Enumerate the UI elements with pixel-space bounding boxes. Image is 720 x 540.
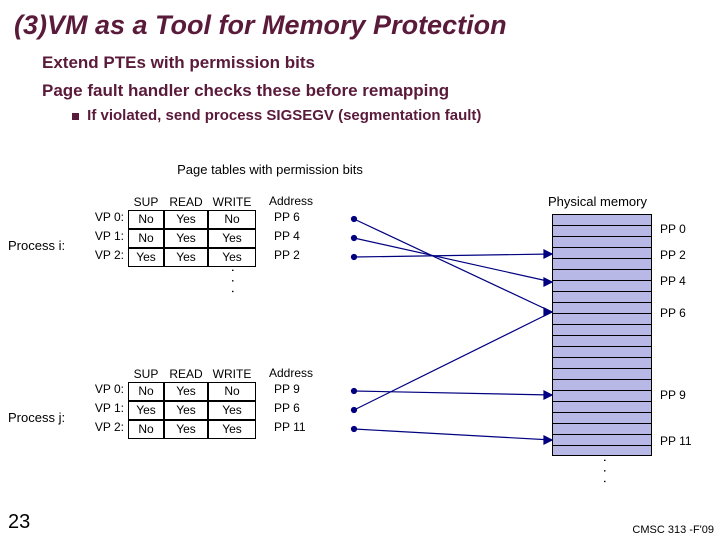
physical-memory-label: Physical memory — [548, 194, 647, 209]
page-table-i: SUP READ WRITE Address VP 0: No Yes No P… — [86, 194, 326, 267]
cell-addr: PP 6 — [256, 401, 326, 420]
bullet-extend-ptes: Extend PTEs with permission bits — [0, 47, 720, 75]
table-row: VP 1: No Yes Yes PP 4 — [86, 229, 326, 248]
table-row: VP 2: Yes Yes Yes PP 2 — [86, 248, 326, 267]
vp-label: VP 1: — [86, 229, 128, 248]
cell-write: No — [208, 382, 256, 401]
col-read-header: READ — [164, 194, 208, 210]
phys-page — [552, 291, 652, 302]
vp-label: VP 2: — [86, 248, 128, 267]
phys-page — [552, 434, 652, 445]
cell-sup: Yes — [128, 401, 164, 420]
pp-label: PP 0 — [660, 222, 686, 236]
pp-label: PP 2 — [660, 248, 686, 262]
sub-bullet-sigsegv: If violated, send process SIGSEGV (segme… — [0, 103, 720, 124]
cell-write: Yes — [208, 420, 256, 439]
cell-sup: No — [128, 382, 164, 401]
slide-title: (3)VM as a Tool for Memory Protection — [0, 0, 720, 47]
process-j-label: Process j: — [8, 410, 65, 425]
phys-page — [552, 423, 652, 434]
pp-label: PP 4 — [660, 274, 686, 288]
phys-page — [552, 269, 652, 280]
process-i-label: Process i: — [8, 238, 65, 253]
table-header-row: SUP READ WRITE Address — [86, 366, 326, 382]
phys-page — [552, 313, 652, 324]
course-footer: CMSC 313 -F'09 — [632, 524, 714, 536]
phys-page — [552, 247, 652, 258]
phys-page — [552, 357, 652, 368]
bullet-page-fault: Page fault handler checks these before r… — [0, 75, 720, 103]
col-sup-header: SUP — [128, 194, 164, 210]
col-write-header: WRITE — [208, 194, 256, 210]
cell-read: Yes — [164, 382, 208, 401]
phys-page — [552, 401, 652, 412]
cell-write: Yes — [208, 401, 256, 420]
phys-page — [552, 346, 652, 357]
phys-page — [552, 280, 652, 291]
phys-page — [552, 368, 652, 379]
cell-read: Yes — [164, 248, 208, 267]
diagram-caption: Page tables with permission bits — [140, 156, 400, 179]
col-addr-header: Address — [256, 366, 326, 382]
cell-sup: No — [128, 210, 164, 229]
phys-page — [552, 258, 652, 269]
vp-label: VP 1: — [86, 401, 128, 420]
sub-bullet-text: If violated, send process SIGSEGV (segme… — [87, 107, 481, 124]
phys-page — [552, 225, 652, 236]
cell-write: Yes — [208, 229, 256, 248]
table-row: VP 0: No Yes No PP 9 — [86, 382, 326, 401]
cell-read: Yes — [164, 420, 208, 439]
cell-write: No — [208, 210, 256, 229]
phys-page — [552, 412, 652, 423]
slide-number: 23 — [8, 511, 30, 534]
cell-sup: No — [128, 229, 164, 248]
phys-page — [552, 445, 652, 456]
cell-write: Yes — [208, 248, 256, 267]
pp-label: PP 9 — [660, 388, 686, 402]
pp-label: PP 6 — [660, 306, 686, 320]
cell-sup: No — [128, 420, 164, 439]
col-write-header: WRITE — [208, 366, 256, 382]
phys-page — [552, 335, 652, 346]
table-row: VP 1: Yes Yes Yes PP 6 — [86, 401, 326, 420]
vp-label: VP 0: — [86, 210, 128, 229]
vertical-ellipsis-icon: · · · — [598, 458, 614, 485]
col-read-header: READ — [164, 366, 208, 382]
cell-addr: PP 11 — [256, 420, 326, 439]
cell-read: Yes — [164, 401, 208, 420]
cell-sup: Yes — [128, 248, 164, 267]
phys-page — [552, 214, 652, 225]
cell-addr: PP 2 — [256, 248, 326, 267]
table-row: VP 0: No Yes No PP 6 — [86, 210, 326, 229]
vertical-ellipsis-icon: · · · — [226, 268, 242, 295]
vp-label: VP 2: — [86, 420, 128, 439]
phys-page — [552, 302, 652, 313]
cell-addr: PP 6 — [256, 210, 326, 229]
pp-label: PP 11 — [660, 434, 692, 448]
col-addr-header: Address — [256, 194, 326, 210]
page-table-j: SUP READ WRITE Address VP 0: No Yes No P… — [86, 366, 326, 439]
physical-memory — [552, 214, 652, 456]
cell-addr: PP 4 — [256, 229, 326, 248]
col-sup-header: SUP — [128, 366, 164, 382]
phys-page — [552, 390, 652, 401]
phys-page — [552, 379, 652, 390]
cell-addr: PP 9 — [256, 382, 326, 401]
vp-label: VP 0: — [86, 382, 128, 401]
cell-read: Yes — [164, 229, 208, 248]
cell-read: Yes — [164, 210, 208, 229]
table-row: VP 2: No Yes Yes PP 11 — [86, 420, 326, 439]
table-header-row: SUP READ WRITE Address — [86, 194, 326, 210]
diagram: Process i: SUP READ WRITE Address VP 0: … — [0, 188, 720, 508]
phys-page — [552, 324, 652, 335]
phys-page — [552, 236, 652, 247]
